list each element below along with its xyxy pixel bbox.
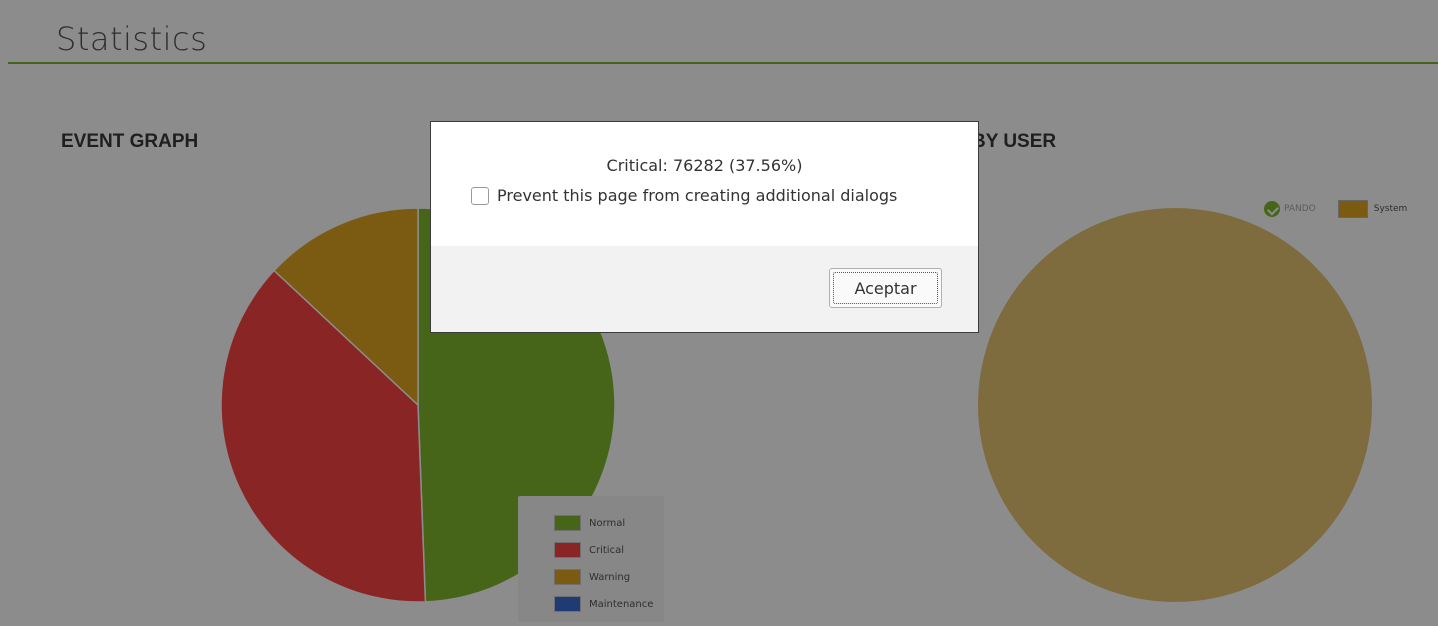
accept-button[interactable]: Aceptar xyxy=(829,268,942,308)
dialog-message: Critical: 76282 (37.56%) xyxy=(606,156,803,175)
prevent-dialogs-label[interactable]: Prevent this page from creating addition… xyxy=(497,186,897,205)
alert-dialog: Critical: 76282 (37.56%) Prevent this pa… xyxy=(430,121,979,333)
dialog-body: Critical: 76282 (37.56%) Prevent this pa… xyxy=(431,122,978,246)
prevent-dialogs-option[interactable]: Prevent this page from creating addition… xyxy=(471,186,897,205)
button-focus-ring xyxy=(833,272,938,304)
prevent-dialogs-checkbox[interactable] xyxy=(471,186,489,205)
